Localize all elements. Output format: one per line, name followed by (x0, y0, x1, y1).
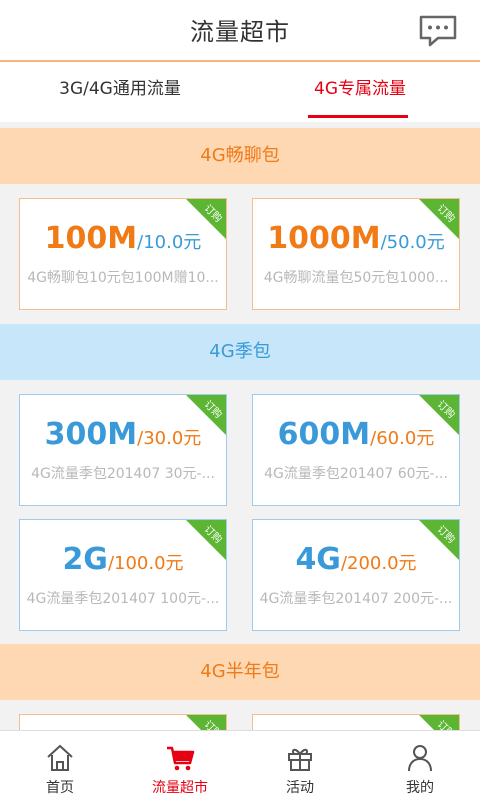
home-icon (47, 744, 73, 771)
nav-label: 首页 (46, 780, 74, 796)
package-card[interactable]: 4G/200.0元 4G流量季包201407 200元-... 订购 (252, 519, 460, 631)
nav-item-mine[interactable]: 我的 (360, 731, 480, 800)
section-title-half-year-pack: 4G半年包 (0, 644, 480, 700)
page-title: 流量超市 (190, 18, 290, 46)
package-amount: 600M (277, 417, 371, 452)
chat-bubble-icon (419, 15, 457, 47)
nav-label: 流量超市 (152, 780, 208, 796)
gift-icon (288, 748, 312, 771)
package-amount: 300M (44, 417, 138, 452)
nav-item-activity[interactable]: 活动 (240, 731, 360, 800)
person-icon (408, 745, 432, 772)
package-description: 4G流量季包201407 30元-... (31, 466, 215, 482)
package-card[interactable]: 600M/60.0元 4G流量季包201407 60元-... 订购 (252, 394, 460, 506)
package-amount: 100M (44, 221, 138, 256)
package-amount: 1000M (267, 221, 381, 256)
package-amount: 2G (62, 542, 108, 577)
package-fee: /100.0元 (107, 553, 184, 574)
package-description: 4G流量季包201407 60元-... (264, 466, 448, 482)
package-description: 4G流量季包201407 200元-... (259, 591, 453, 607)
section-title-quarterly-pack: 4G季包 (0, 324, 480, 380)
nav-label: 活动 (286, 780, 314, 796)
package-card[interactable]: 300M/30.0元 4G流量季包201407 30元-... 订购 (19, 394, 227, 506)
app-header: 流量超市 (0, 0, 480, 62)
nav-item-home[interactable]: 首页 (0, 731, 120, 800)
message-button[interactable] (418, 14, 458, 48)
tab-general-traffic[interactable]: 3G/4G通用流量 (0, 62, 240, 122)
package-description: 4G畅聊包10元包100M赠10... (27, 270, 219, 286)
package-description: 4G畅聊流量包50元包1000... (263, 270, 449, 286)
package-fee: /200.0元 (340, 553, 417, 574)
active-tab-indicator (308, 115, 408, 118)
package-amount: 4G (295, 542, 341, 577)
bottom-nav: 首页 流量超市 活动 我的 (0, 730, 480, 800)
nav-item-traffic-market[interactable]: 流量超市 (120, 731, 240, 800)
package-description: 4G流量季包201407 100元-... (26, 591, 220, 607)
package-card[interactable]: 1000M/50.0元 4G畅聊流量包50元包1000... 订购 (252, 198, 460, 310)
shopping-cart-icon (167, 746, 195, 771)
tab-bar: 3G/4G通用流量 4G专属流量 (0, 62, 480, 122)
nav-label: 我的 (406, 780, 434, 796)
package-card[interactable]: 100M/10.0元 4G畅聊包10元包100M赠10... 订购 (19, 198, 227, 310)
tab-4g-traffic[interactable]: 4G专属流量 (240, 62, 480, 122)
package-card[interactable]: 2G/100.0元 4G流量季包201407 100元-... 订购 (19, 519, 227, 631)
section-title-chat-pack: 4G畅聊包 (0, 128, 480, 184)
